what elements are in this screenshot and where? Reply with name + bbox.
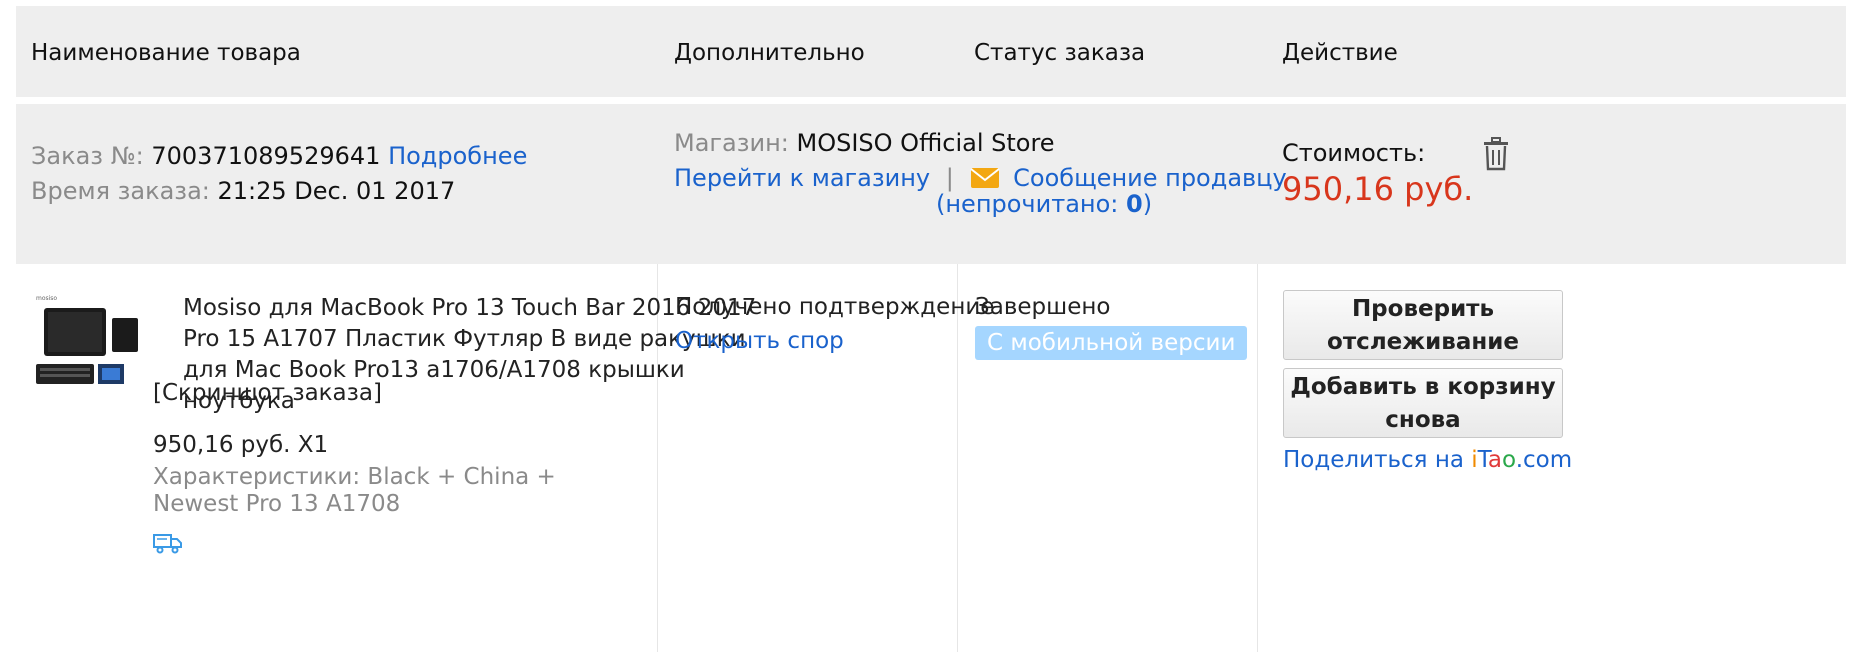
itao-letter-t: T <box>1477 447 1488 473</box>
unread-suffix: ) <box>1142 190 1153 218</box>
item-specs: Характеристики: Black + China + Newest P… <box>153 464 556 517</box>
share-itao-link[interactable]: Поделиться на iTao.com <box>1283 447 1572 473</box>
order-table: Наименование товара Дополнительно Статус… <box>16 6 1846 652</box>
store-label: Магазин: <box>674 129 789 157</box>
header-action: Действие <box>1282 40 1398 66</box>
itao-letter-a: a <box>1487 447 1503 473</box>
track-shipment-button[interactable]: Проверить отслеживание <box>1283 290 1563 360</box>
item-price-quantity: 950,16 руб. X1 <box>153 432 329 458</box>
mobile-version-badge: С мобильной версии <box>975 326 1248 360</box>
header-status: Статус заказа <box>974 40 1146 66</box>
header-extra: Дополнительно <box>674 40 865 66</box>
order-number-line: Заказ №: 700371089529641 Подробнее <box>31 142 527 170</box>
order-item-row: mosiso Mosiso для MacBook Pro 13 Touch B… <box>16 264 1846 652</box>
table-header: Наименование товара Дополнительно Статус… <box>16 6 1846 97</box>
order-screenshot-link[interactable]: [Скриншот заказа] <box>153 380 382 406</box>
order-number: 700371089529641 <box>151 142 381 170</box>
order-details-link[interactable]: Подробнее <box>388 142 527 170</box>
unread-messages[interactable]: (непрочитано: 0) <box>936 190 1152 218</box>
go-to-store-link[interactable]: Перейти к магазину <box>674 164 930 192</box>
message-seller-link[interactable]: Сообщение продавцу <box>1013 164 1287 192</box>
unread-count: 0 <box>1125 190 1143 218</box>
separator: | <box>945 164 954 192</box>
order-summary-row: Заказ №: 700371089529641 Подробнее Время… <box>16 104 1846 264</box>
order-time: 21:25 Dec. 01 2017 <box>217 177 456 205</box>
share-prefix: Поделиться на <box>1283 447 1472 473</box>
order-time-line: Время заказа: 21:25 Dec. 01 2017 <box>31 177 455 205</box>
order-time-label: Время заказа: <box>31 177 210 205</box>
add-to-cart-again-button[interactable]: Добавить в корзину снова <box>1283 368 1563 438</box>
truck-icon <box>153 532 183 558</box>
trash-icon[interactable] <box>1482 137 1510 177</box>
svg-text:mosiso: mosiso <box>36 295 57 302</box>
itao-com: .com <box>1515 447 1573 473</box>
store-line: Магазин: MOSISO Official Store <box>674 129 1055 157</box>
cost-label: Стоимость: <box>1282 139 1426 167</box>
column-divider <box>957 264 958 652</box>
itao-letter-o: o <box>1502 447 1516 473</box>
store-name: MOSISO Official Store <box>796 129 1055 157</box>
order-number-label: Заказ №: <box>31 142 144 170</box>
column-divider <box>1257 264 1258 652</box>
confirmation-status: Получено подтверждение <box>675 294 995 320</box>
order-status: Завершено <box>975 294 1111 320</box>
unread-prefix: (непрочитано: <box>936 190 1126 218</box>
open-dispute-link[interactable]: Открыть спор <box>675 328 844 354</box>
header-product: Наименование товара <box>31 40 301 66</box>
product-thumbnail[interactable]: mosiso <box>34 294 144 404</box>
order-cost: 950,16 руб. <box>1282 170 1474 208</box>
